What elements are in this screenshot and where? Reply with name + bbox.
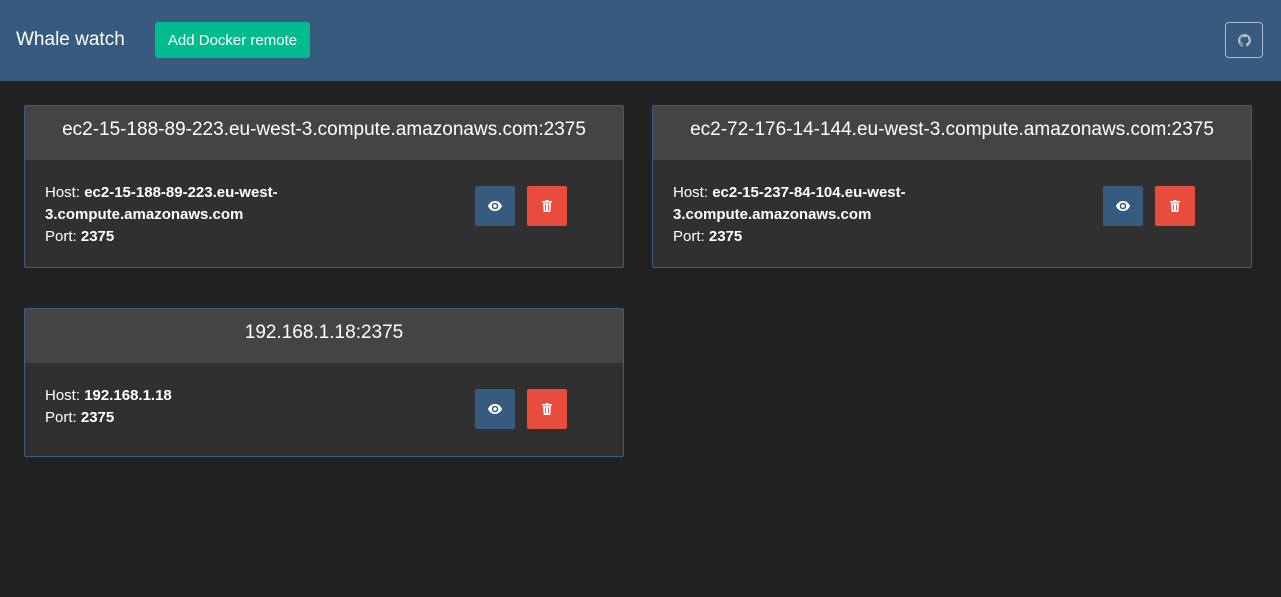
remote-info: Host: ec2-15-237-84-104.eu-west- 3.compu… (673, 182, 923, 248)
eye-icon (488, 404, 502, 414)
host-value-line1: ec2-15-188-89-223.eu-west- (84, 184, 278, 201)
remote-card-title: ec2-15-188-89-223.eu-west-3.compute.amaz… (25, 106, 623, 160)
host-value-line2: 3.compute.amazonaws.com (45, 206, 244, 223)
remote-card-body: Host: ec2-15-188-89-223.eu-west- 3.compu… (25, 160, 623, 267)
port-label: Port: (45, 228, 81, 245)
top-navbar: Whale watch Add Docker remote (0, 0, 1281, 81)
remote-actions (475, 186, 567, 226)
remote-card-title: ec2-72-176-14-144.eu-west-3.compute.amaz… (653, 106, 1251, 160)
port-value: 2375 (708, 228, 743, 245)
host-value-line1: ec2-15-237-84-104.eu-west- (712, 184, 906, 201)
port-value: 2375 (80, 409, 115, 426)
eye-icon (488, 201, 502, 211)
app-brand[interactable]: Whale watch (16, 28, 125, 52)
port-label: Port: (45, 409, 81, 426)
trash-icon (1170, 200, 1180, 212)
remote-actions (475, 389, 567, 429)
remote-actions (1103, 186, 1195, 226)
trash-icon (542, 403, 552, 415)
host-label: Host: (45, 184, 85, 201)
trash-icon (542, 200, 552, 212)
github-button[interactable] (1225, 22, 1263, 58)
remote-card: ec2-15-188-89-223.eu-west- 3.compute.amaz… (24, 105, 624, 268)
view-remote-button[interactable] (475, 389, 515, 429)
remote-card-body: Host: 192.168.1.18 Port: 2375 (25, 363, 623, 449)
view-remote-button[interactable] (1103, 186, 1143, 226)
delete-remote-button[interactable] (527, 186, 567, 226)
host-label: Host: (673, 184, 713, 201)
remote-card-title: 192.168.1.18:2375 (25, 309, 623, 363)
delete-remote-button[interactable] (527, 389, 567, 429)
host-value-line2: 3.compute.amazonaws.com (673, 206, 872, 223)
port-value: 2375 (80, 228, 115, 245)
host-value: 192.168.1.18 (84, 387, 172, 404)
remote-info: Host: 192.168.1.18 Port: 2375 (45, 385, 295, 429)
delete-remote-button[interactable] (1155, 186, 1195, 226)
remote-card-body: Host: ec2-15-237-84-104.eu-west- 3.compu… (653, 160, 1251, 267)
view-remote-button[interactable] (475, 186, 515, 226)
add-docker-remote-button[interactable]: Add Docker remote (155, 22, 310, 58)
remote-card: 192.168.1.18:2375 Host: 192.168.1.18 Por… (24, 308, 624, 457)
github-icon (1237, 33, 1251, 47)
remote-info: Host: ec2-15-188-89-223.eu-west- 3.compu… (45, 182, 295, 248)
host-label: Host: (45, 387, 85, 404)
eye-icon (1116, 201, 1130, 211)
port-label: Port: (673, 228, 709, 245)
remote-card: ec2-72-176-14-144.eu-west-3.compute.amaz… (652, 105, 1252, 268)
